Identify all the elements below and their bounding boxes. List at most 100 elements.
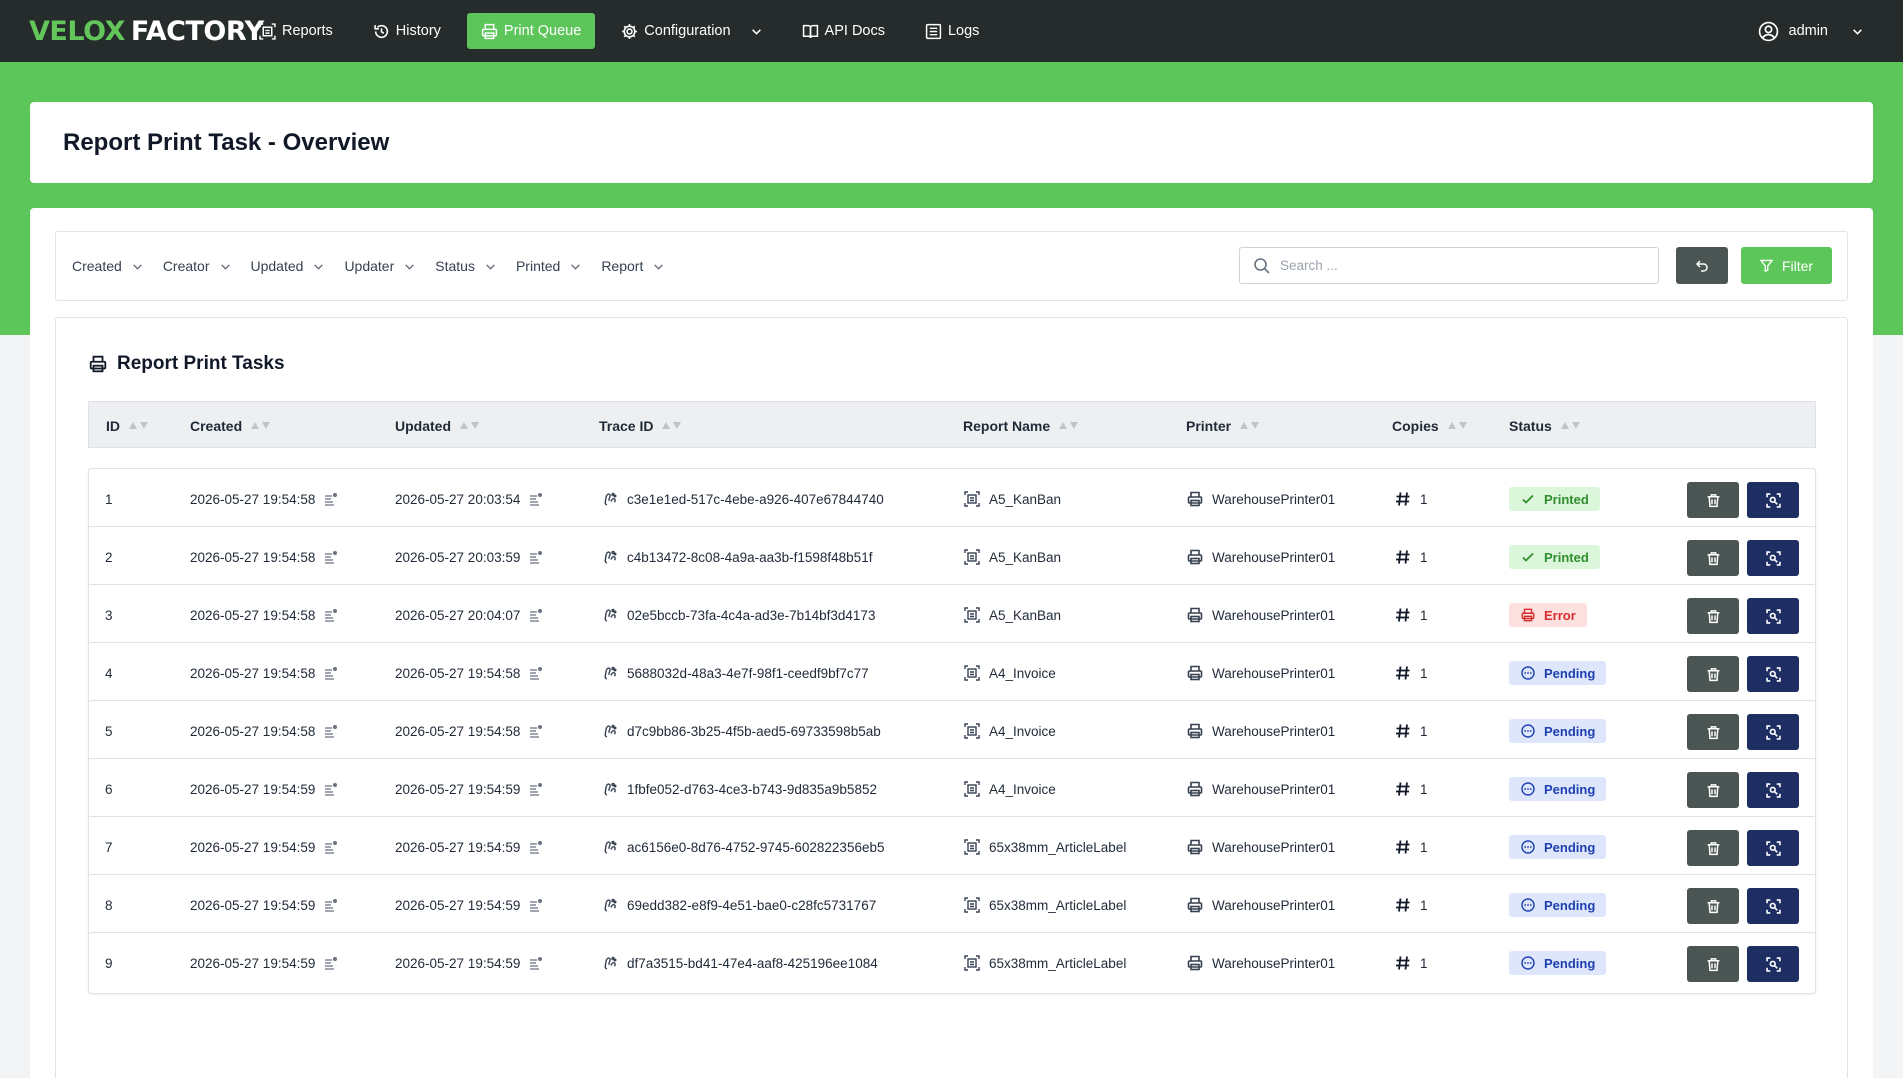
sort-icon[interactable] xyxy=(1447,420,1469,431)
status-label: Pending xyxy=(1544,839,1596,855)
printer-icon xyxy=(1187,549,1203,565)
user-menu[interactable]: admin xyxy=(1758,12,1864,50)
filter-button[interactable]: Filter xyxy=(1741,247,1832,284)
note-info-icon[interactable] xyxy=(529,608,543,622)
note-info-icon[interactable] xyxy=(529,492,543,506)
note-info-icon[interactable] xyxy=(324,492,338,506)
filter-updated[interactable]: Updated xyxy=(251,258,325,274)
cell-status: Pending xyxy=(1509,701,1607,761)
sort-icon[interactable] xyxy=(1058,420,1080,431)
sort-icon[interactable] xyxy=(1239,420,1261,431)
user-avatar-icon xyxy=(1758,21,1778,41)
cell-id: 5 xyxy=(105,701,113,761)
table-row[interactable]: 6 2026-05-27 19:54:59 2026-05-27 19:54:59 1… xyxy=(88,758,1816,820)
note-info-icon[interactable] xyxy=(529,550,543,564)
delete-button[interactable] xyxy=(1687,888,1739,924)
brand-logo[interactable]: VELOX FACTORY xyxy=(29,12,264,50)
filter-created[interactable]: Created xyxy=(72,258,143,274)
delete-button[interactable] xyxy=(1687,830,1739,866)
trace-id: 02e5bccb-73fa-4c4a-ad3e-7b14bf3d4173 xyxy=(627,607,876,623)
delete-button[interactable] xyxy=(1687,772,1739,808)
sort-icon[interactable] xyxy=(250,420,272,431)
filter-updater[interactable]: Updater xyxy=(344,258,415,274)
note-info-icon[interactable] xyxy=(529,898,543,912)
column-header-status[interactable]: Status xyxy=(1509,402,1582,449)
delete-button[interactable] xyxy=(1687,946,1739,982)
status-badge: Pending xyxy=(1509,893,1607,917)
nav-item-api-docs[interactable]: API Docs xyxy=(788,13,899,49)
note-info-icon[interactable] xyxy=(324,840,338,854)
table-row[interactable]: 7 2026-05-27 19:54:59 2026-05-27 19:54:59 a… xyxy=(88,816,1816,878)
trash-icon xyxy=(1707,493,1719,507)
note-info-icon[interactable] xyxy=(529,666,543,680)
view-button[interactable] xyxy=(1747,772,1799,808)
delete-button[interactable] xyxy=(1687,714,1739,750)
note-info-icon[interactable] xyxy=(324,782,338,796)
footprint-icon xyxy=(604,492,617,506)
nav-item-history[interactable]: History xyxy=(359,13,455,49)
column-header-id[interactable]: ID xyxy=(106,402,150,449)
note-info-icon[interactable] xyxy=(529,840,543,854)
column-header-updated[interactable]: Updated xyxy=(395,402,481,449)
trace-id: df7a3515-bd41-47e4-aaf8-425196ee1084 xyxy=(627,955,878,971)
view-button[interactable] xyxy=(1747,830,1799,866)
cell-status: Printed xyxy=(1509,527,1600,587)
table-row[interactable]: 1 2026-05-27 19:54:58 2026-05-27 20:03:54 c… xyxy=(88,468,1816,530)
note-info-icon[interactable] xyxy=(324,956,338,970)
column-header-printer[interactable]: Printer xyxy=(1186,402,1261,449)
view-button[interactable] xyxy=(1747,598,1799,634)
report-name: A4_Invoice xyxy=(989,665,1056,681)
column-header-trace-id[interactable]: Trace ID xyxy=(599,402,683,449)
table-row[interactable]: 9 2026-05-27 19:54:59 2026-05-27 19:54:59 d… xyxy=(88,932,1816,994)
note-info-icon[interactable] xyxy=(324,550,338,564)
sort-icon[interactable] xyxy=(459,420,481,431)
cell-report-name: A4_Invoice xyxy=(964,643,1056,703)
nav-item-print-queue[interactable]: Print Queue xyxy=(466,13,596,49)
sort-icon[interactable] xyxy=(1560,420,1582,431)
nav-item-reports[interactable]: Reports xyxy=(245,13,347,49)
delete-button[interactable] xyxy=(1687,540,1739,576)
note-info-icon[interactable] xyxy=(529,724,543,738)
note-info-icon[interactable] xyxy=(324,666,338,680)
view-button[interactable] xyxy=(1747,888,1799,924)
delete-button[interactable] xyxy=(1687,598,1739,634)
note-info-icon[interactable] xyxy=(324,608,338,622)
scan-view-icon xyxy=(1765,782,1781,798)
view-button[interactable] xyxy=(1747,656,1799,692)
delete-button[interactable] xyxy=(1687,656,1739,692)
search-input[interactable] xyxy=(1280,258,1640,273)
view-button[interactable] xyxy=(1747,482,1799,518)
filter-status[interactable]: Status xyxy=(435,258,496,274)
sort-icon[interactable] xyxy=(661,420,683,431)
cell-id: 4 xyxy=(105,643,113,703)
note-info-icon[interactable] xyxy=(529,956,543,970)
sort-icon[interactable] xyxy=(128,420,150,431)
reset-button[interactable] xyxy=(1676,247,1728,284)
table-row[interactable]: 4 2026-05-27 19:54:58 2026-05-27 19:54:58 5… xyxy=(88,642,1816,704)
view-button[interactable] xyxy=(1747,946,1799,982)
column-header-copies[interactable]: Copies xyxy=(1392,402,1469,449)
cell-report-name: A5_KanBan xyxy=(964,585,1061,645)
table-row[interactable]: 8 2026-05-27 19:54:59 2026-05-27 19:54:59 6… xyxy=(88,874,1816,936)
table-row[interactable]: 2 2026-05-27 19:54:58 2026-05-27 20:03:59 c… xyxy=(88,526,1816,588)
cell-trace-id: d7c9bb86-3b25-4f5b-aed5-69733598b5ab xyxy=(602,701,881,761)
updated-date: 2026-05-27 19:54:59 xyxy=(395,897,521,913)
note-info-icon[interactable] xyxy=(324,724,338,738)
table-row[interactable]: 3 2026-05-27 19:54:58 2026-05-27 20:04:07 0… xyxy=(88,584,1816,646)
filter-report[interactable]: Report xyxy=(601,258,664,274)
nav-item-logs[interactable]: Logs xyxy=(911,13,993,49)
note-info-icon[interactable] xyxy=(529,782,543,796)
report-name: A5_KanBan xyxy=(989,607,1062,623)
printer-icon xyxy=(1187,955,1203,971)
delete-button[interactable] xyxy=(1687,482,1739,518)
filter-printed[interactable]: Printed xyxy=(516,258,581,274)
nav-item-configuration[interactable]: Configuration xyxy=(607,13,775,49)
updated-date: 2026-05-27 20:04:07 xyxy=(395,607,521,623)
column-header-report-name[interactable]: Report Name xyxy=(963,402,1080,449)
view-button[interactable] xyxy=(1747,714,1799,750)
filter-creator[interactable]: Creator xyxy=(163,258,231,274)
note-info-icon[interactable] xyxy=(324,898,338,912)
table-row[interactable]: 5 2026-05-27 19:54:58 2026-05-27 19:54:58 d… xyxy=(88,700,1816,762)
view-button[interactable] xyxy=(1747,540,1799,576)
column-header-created[interactable]: Created xyxy=(190,402,272,449)
